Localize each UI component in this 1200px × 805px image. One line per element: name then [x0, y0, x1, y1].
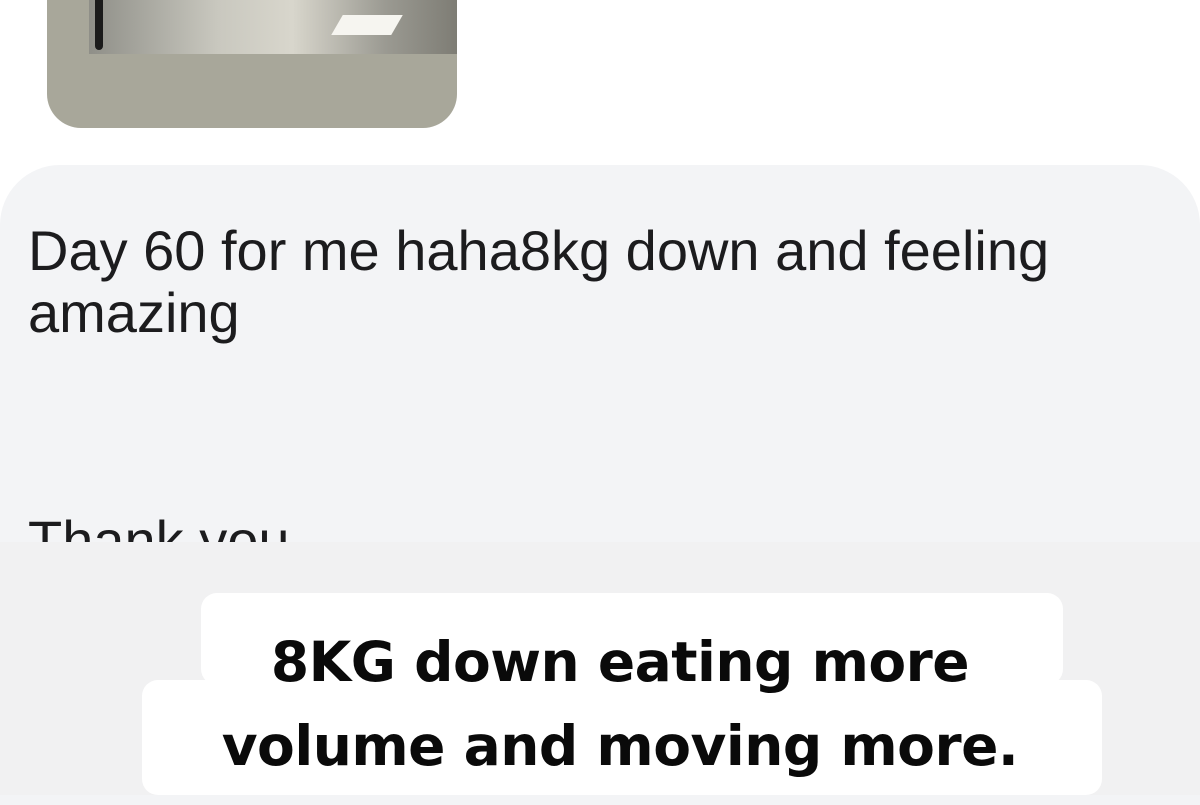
comment-text-continued: Thank you . [28, 510, 321, 542]
caption-line: 8KG down eating more [270, 630, 970, 694]
photo-frame-edge [95, 0, 103, 50]
photo-highlight [331, 15, 403, 35]
caption-line: volume and moving more. [221, 714, 1019, 778]
photo-image [89, 0, 457, 54]
comment-text: Day 60 for me haha8kg down and feeling a… [28, 219, 1050, 344]
post-photo-thumbnail[interactable] [47, 0, 457, 128]
video-caption: 8KG down eating more volume and moving m… [120, 620, 1120, 788]
